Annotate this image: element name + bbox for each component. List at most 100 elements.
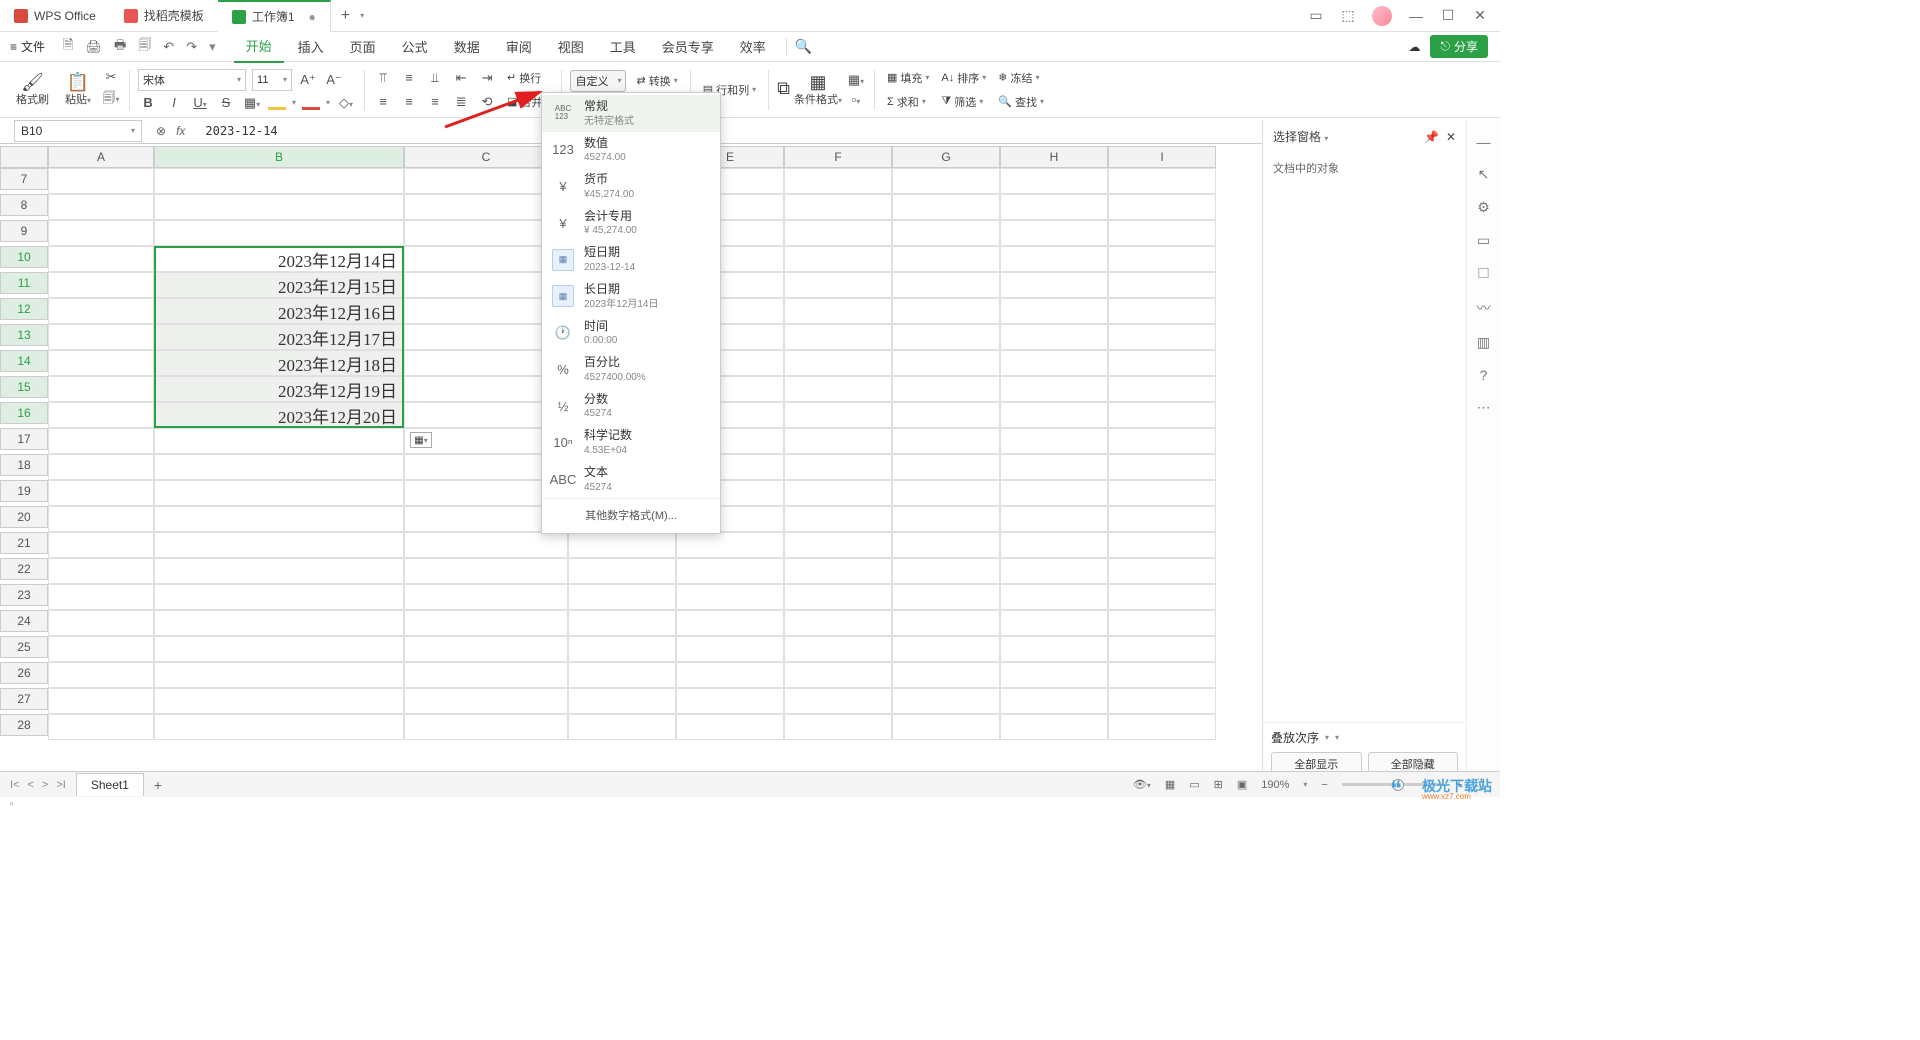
cell-A15[interactable] — [48, 376, 154, 402]
cell-B23[interactable] — [154, 584, 404, 610]
view-eye-icon[interactable]: 👁▾ — [1133, 778, 1151, 791]
settings-tool-icon[interactable]: ⚙ — [1477, 199, 1490, 216]
cell-D25[interactable] — [568, 636, 676, 662]
sort-button[interactable]: A↓排序▾ — [937, 68, 990, 88]
save-icon[interactable]: 🗎 — [63, 36, 73, 58]
panel-icon[interactable]: ▭ — [1308, 8, 1324, 24]
font-select[interactable]: 宋体▾ — [138, 69, 246, 91]
col-header-F[interactable]: F — [784, 146, 892, 168]
cell-E28[interactable] — [676, 714, 784, 740]
cell-B12[interactable]: 2023年12月16日 — [154, 298, 404, 324]
template-tab[interactable]: 找稻壳模板 — [110, 0, 218, 32]
cell-F10[interactable] — [784, 246, 892, 272]
menu-tab-插入[interactable]: 插入 — [286, 31, 336, 62]
cell-A10[interactable] — [48, 246, 154, 272]
cell-G8[interactable] — [892, 194, 1000, 220]
align-left-icon[interactable]: ≡ — [373, 94, 393, 109]
view-reading-icon[interactable]: ▣ — [1237, 778, 1247, 791]
decrease-font-icon[interactable]: A⁻ — [324, 72, 344, 88]
find-button[interactable]: 🔍查找▾ — [994, 92, 1048, 112]
number-format-select[interactable]: 自定义▾ — [570, 70, 626, 92]
cell-I13[interactable] — [1108, 324, 1216, 350]
cell-B10[interactable]: 2023年12月14日 — [154, 246, 404, 272]
cell-H26[interactable] — [1000, 662, 1108, 688]
cell-A12[interactable] — [48, 298, 154, 324]
cell-F8[interactable] — [784, 194, 892, 220]
cell-H21[interactable] — [1000, 532, 1108, 558]
share-button[interactable]: ⎋分享 — [1430, 35, 1488, 58]
col-header-H[interactable]: H — [1000, 146, 1108, 168]
cell-B20[interactable] — [154, 506, 404, 532]
cell-A14[interactable] — [48, 350, 154, 376]
menu-tab-审阅[interactable]: 审阅 — [494, 31, 544, 62]
strike-icon[interactable]: S — [216, 95, 236, 110]
cell-E22[interactable] — [676, 558, 784, 584]
cell-A21[interactable] — [48, 532, 154, 558]
cell-B25[interactable] — [154, 636, 404, 662]
cell-H14[interactable] — [1000, 350, 1108, 376]
menu-tab-会员专享[interactable]: 会员专享 — [650, 31, 726, 62]
format-brush[interactable]: 🖌格式刷 — [16, 72, 49, 108]
wrap-button[interactable]: ↵换行 — [503, 68, 545, 88]
tab-menu-dd[interactable]: ▾ — [360, 11, 364, 20]
cell-B7[interactable] — [154, 168, 404, 194]
cell-C24[interactable] — [404, 610, 568, 636]
cell-I10[interactable] — [1108, 246, 1216, 272]
cell-G18[interactable] — [892, 454, 1000, 480]
fx-insert-icon[interactable]: fx — [176, 124, 185, 138]
border-icon[interactable]: ▦▾ — [242, 95, 262, 111]
cell-I8[interactable] — [1108, 194, 1216, 220]
cell-F17[interactable] — [784, 428, 892, 454]
cell-B14[interactable]: 2023年12月18日 — [154, 350, 404, 376]
cell-I25[interactable] — [1108, 636, 1216, 662]
undo-icon[interactable]: ↶ — [163, 39, 174, 55]
cell-B9[interactable] — [154, 220, 404, 246]
search-icon[interactable]: 🔍 — [795, 38, 812, 55]
cell-H17[interactable] — [1000, 428, 1108, 454]
row-header-12[interactable]: 12 — [0, 298, 48, 320]
cell-A20[interactable] — [48, 506, 154, 532]
cell-I15[interactable] — [1108, 376, 1216, 402]
cell-E25[interactable] — [676, 636, 784, 662]
cell-H15[interactable] — [1000, 376, 1108, 402]
cell-H8[interactable] — [1000, 194, 1108, 220]
view-normal-icon[interactable]: ▭ — [1189, 778, 1199, 791]
underline-icon[interactable]: U▾ — [190, 95, 210, 110]
cell-G27[interactable] — [892, 688, 1000, 714]
cell-F21[interactable] — [784, 532, 892, 558]
cell-F25[interactable] — [784, 636, 892, 662]
cell-E27[interactable] — [676, 688, 784, 714]
cell-C21[interactable] — [404, 532, 568, 558]
cell-B27[interactable] — [154, 688, 404, 714]
view-grid-icon[interactable]: ▦ — [1165, 778, 1175, 791]
cell-B17[interactable] — [154, 428, 404, 454]
cell-A22[interactable] — [48, 558, 154, 584]
cell-I7[interactable] — [1108, 168, 1216, 194]
cell-H10[interactable] — [1000, 246, 1108, 272]
menu-tab-页面[interactable]: 页面 — [338, 31, 388, 62]
cell-G17[interactable] — [892, 428, 1000, 454]
cell-C22[interactable] — [404, 558, 568, 584]
cell-B8[interactable] — [154, 194, 404, 220]
cell-F11[interactable] — [784, 272, 892, 298]
fmt-item-长日期[interactable]: ▦长日期2023年12月14日 — [542, 278, 720, 315]
menu-tab-效率[interactable]: 效率 — [728, 31, 778, 62]
cell-D28[interactable] — [568, 714, 676, 740]
cell-I19[interactable] — [1108, 480, 1216, 506]
fmt-more[interactable]: 其他数字格式(M)... — [542, 498, 720, 531]
row-header-18[interactable]: 18 — [0, 454, 48, 476]
cell-B15[interactable]: 2023年12月19日 — [154, 376, 404, 402]
cell-I9[interactable] — [1108, 220, 1216, 246]
cell-B18[interactable] — [154, 454, 404, 480]
row-header-28[interactable]: 28 — [0, 714, 48, 736]
cell-D27[interactable] — [568, 688, 676, 714]
cell-I23[interactable] — [1108, 584, 1216, 610]
cell-G19[interactable] — [892, 480, 1000, 506]
row-header-19[interactable]: 19 — [0, 480, 48, 502]
help-tool-icon[interactable]: ? — [1480, 367, 1488, 383]
close-icon[interactable]: ✕ — [1472, 8, 1488, 24]
align-top-icon[interactable]: ⫪ — [373, 70, 393, 86]
cell-C28[interactable] — [404, 714, 568, 740]
cell-I22[interactable] — [1108, 558, 1216, 584]
clear-format-icon[interactable]: ◇▾ — [336, 95, 356, 111]
